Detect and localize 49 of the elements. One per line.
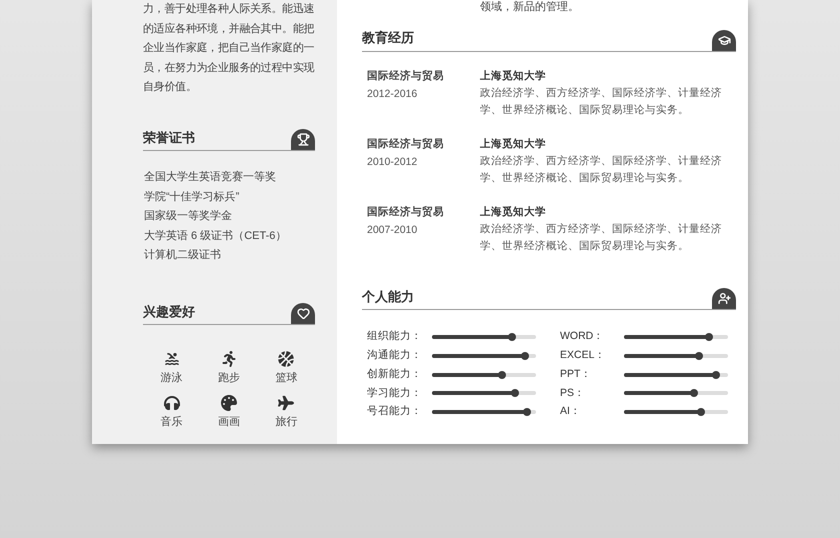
section-title: 兴趣爱好: [143, 302, 196, 320]
school-name: 上海觅知大学: [480, 204, 547, 220]
skill-label: 沟通能力：: [367, 348, 423, 364]
headphones-icon: [164, 394, 180, 410]
years-text: 2010-2012: [367, 154, 418, 170]
section-title: 荣誉证书: [143, 128, 196, 146]
section-title: 个人能力: [362, 288, 415, 306]
hobby-label: 游泳: [160, 370, 183, 386]
skill-label: 学习能力：: [367, 386, 423, 401]
courses-text: 政治经济学、西方经济学、国际经济学、计量经济学、世界经济概论、国际贸易理论与实务。: [480, 222, 723, 254]
palette-icon: [220, 394, 237, 410]
years-text: 2007-2010: [367, 222, 418, 238]
school-name: 上海觅知大学: [480, 136, 547, 152]
skill-label: 号召能力：: [367, 404, 423, 420]
heart-icon: [291, 303, 315, 324]
honor-item: 学院“十佳学习标兵”: [144, 190, 240, 204]
runner-icon: [220, 351, 237, 367]
major-name: 国际经济与贸易: [367, 68, 445, 84]
honor-item: 国家级一等奖学金: [144, 208, 233, 224]
major-name: 国际经济与贸易: [367, 204, 445, 220]
major-name: 国际经济与贸易: [367, 136, 445, 152]
hobby-label: 篮球: [275, 371, 298, 386]
hobby-label: 画画: [218, 414, 240, 430]
work-text: 领域，新品的管理。: [480, 1, 580, 14]
swimmer-icon: [164, 351, 180, 367]
basketball-icon: [278, 351, 294, 367]
courses-text: 政治经济学、西方经济学、国际经济学、计量经济学、世界经济概论、国际贸易理论与实务。: [480, 86, 723, 118]
courses-text: 政治经济学、西方经济学、国际经济学、计量经济学、世界经济概论、国际贸易理论与实务。: [480, 154, 723, 186]
skill-label: WORD：: [560, 329, 606, 344]
honor-item: 计算机二级证书: [144, 248, 222, 263]
hobby-label: 跑步: [218, 371, 240, 386]
honor-item: 全国大学生英语竞赛一等奖: [144, 170, 277, 185]
hobby-label: 音乐: [160, 414, 183, 430]
skill-label: PPT：: [560, 366, 592, 382]
skill-label: 组织能力：: [367, 329, 423, 344]
graduation-cap-icon: [712, 30, 736, 50]
profile-text: 力，善于处理各种人际关系。能迅速的适应各种环境，并融合其中。能把企业当作家庭，把自己当作家庭的一员，在努力为企业服务的过程中实现自身价值。: [143, 2, 315, 95]
skill-label: PS：: [560, 386, 586, 401]
user-plus-icon: [712, 288, 736, 309]
school-name: 上海觅知大学: [480, 68, 547, 84]
hobby-label: 旅行: [275, 414, 298, 430]
airplane-icon: [278, 394, 294, 410]
section-title: 教育经历: [362, 29, 415, 47]
skill-label: AI：: [560, 404, 582, 420]
honor-item: 大学英语 6 级证书（CET-6）: [144, 228, 288, 244]
years-text: 2012-2016: [367, 86, 418, 102]
skill-label: 创新能力：: [367, 366, 423, 382]
trophy-icon: [291, 129, 315, 150]
skill-label: EXCEL：: [560, 348, 606, 364]
